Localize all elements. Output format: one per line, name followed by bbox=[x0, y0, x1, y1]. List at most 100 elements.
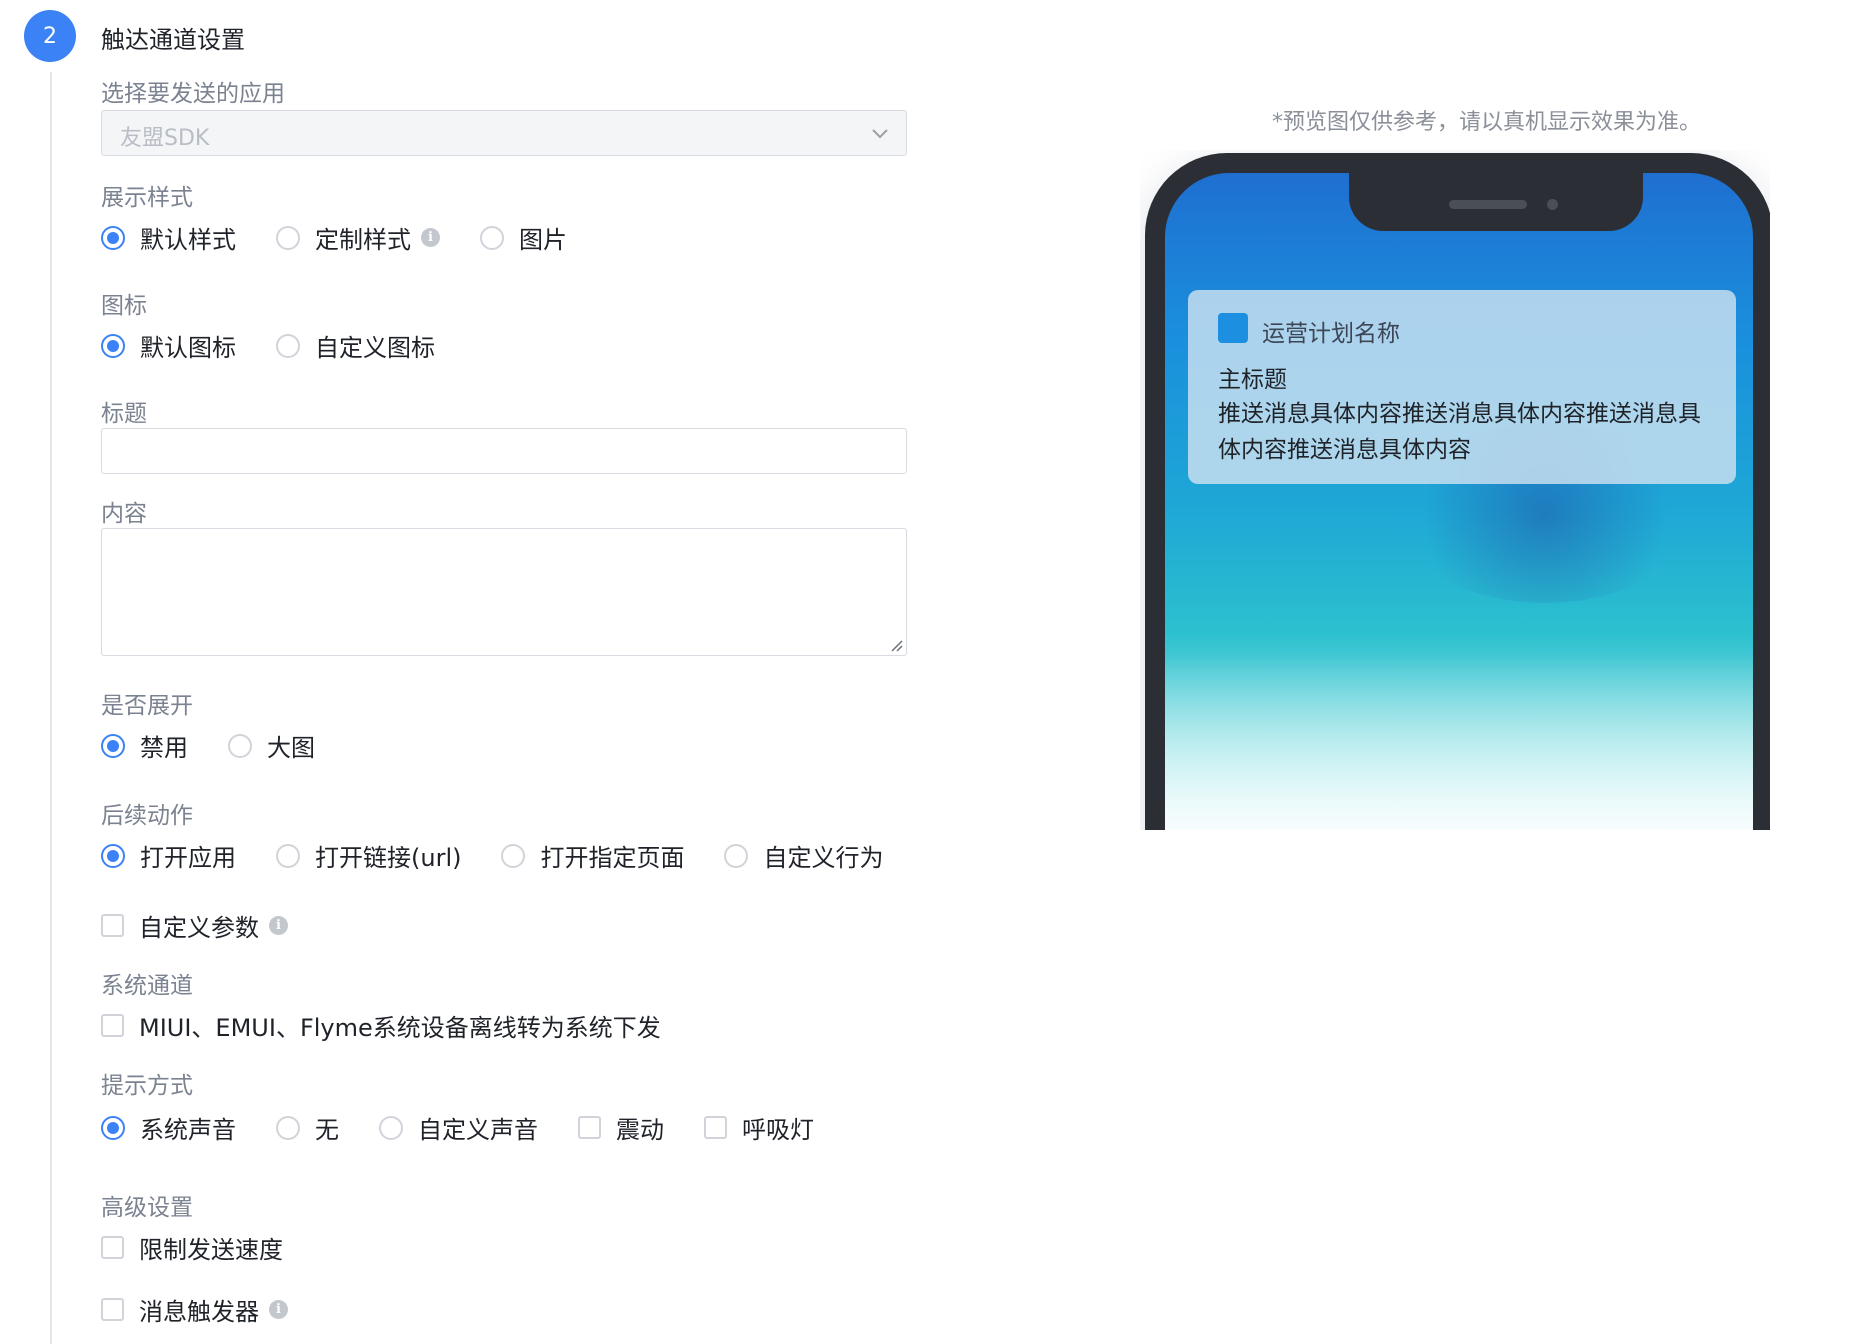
preview-note: *预览图仅供参考，请以真机显示效果为准。 bbox=[1272, 110, 1702, 135]
system-channel-label: 系统通道 bbox=[101, 973, 193, 999]
system-channel-checkbox[interactable]: MIUI、EMUI、Flyme系统设备离线转为系统下发 bbox=[101, 1008, 661, 1043]
app-icon bbox=[1218, 313, 1248, 343]
advanced-settings-label: 高级设置 bbox=[101, 1195, 193, 1221]
notification-app-name: 运营计划名称 bbox=[1262, 321, 1400, 347]
radio-open-app[interactable]: 打开应用 bbox=[101, 838, 236, 873]
notification-card: 运营计划名称 主标题 推送消息具体内容推送消息具体内容推送消息具体内容推送消息具… bbox=[1188, 290, 1736, 484]
radio-label: 自定义行为 bbox=[763, 844, 884, 872]
system-channel-row: MIUI、EMUI、Flyme系统设备离线转为系统下发 bbox=[101, 1008, 661, 1043]
rate-limit-row: 限制发送速度 bbox=[101, 1230, 283, 1265]
app-select[interactable]: 友盟SDK bbox=[101, 110, 907, 156]
custom-params-row: 自定义参数 i bbox=[101, 908, 288, 943]
radio-button[interactable] bbox=[276, 843, 300, 868]
checkbox[interactable] bbox=[101, 1014, 124, 1037]
content-textarea[interactable] bbox=[101, 528, 907, 656]
radio-label: 系统声音 bbox=[140, 1116, 236, 1144]
checkbox-label: 呼吸灯 bbox=[742, 1116, 814, 1144]
info-icon[interactable]: i bbox=[269, 916, 288, 935]
title-field-label: 标题 bbox=[101, 401, 147, 427]
radio-button[interactable] bbox=[101, 225, 125, 250]
display-style-group: 默认样式 定制样式 i 图片 bbox=[101, 220, 567, 255]
info-icon[interactable]: i bbox=[269, 1300, 288, 1319]
step-number-badge: 2 bbox=[24, 10, 76, 62]
phone-frame bbox=[1145, 153, 1770, 830]
radio-label: 打开链接(url) bbox=[315, 844, 462, 872]
radio-label: 禁用 bbox=[140, 734, 188, 762]
radio-custom-sound[interactable]: 自定义声音 bbox=[379, 1110, 538, 1145]
chevron-down-icon bbox=[872, 129, 888, 139]
radio-label: 自定义声音 bbox=[418, 1116, 538, 1144]
checkbox[interactable] bbox=[704, 1116, 727, 1139]
title-input[interactable] bbox=[101, 428, 907, 474]
radio-button[interactable] bbox=[379, 1115, 403, 1140]
display-style-label: 展示样式 bbox=[101, 185, 193, 211]
checkbox[interactable] bbox=[101, 1236, 124, 1259]
content-field-label: 内容 bbox=[101, 501, 147, 527]
radio-button[interactable] bbox=[101, 1115, 125, 1140]
radio-button[interactable] bbox=[101, 843, 125, 868]
checkbox-label: 自定义参数 bbox=[139, 914, 259, 942]
alert-mode-label: 提示方式 bbox=[101, 1073, 193, 1099]
radio-button[interactable] bbox=[276, 1115, 300, 1140]
info-icon[interactable]: i bbox=[421, 228, 440, 247]
radio-label: 无 bbox=[315, 1116, 339, 1144]
radio-button[interactable] bbox=[101, 733, 125, 758]
radio-button[interactable] bbox=[724, 843, 749, 868]
message-trigger-row: 消息触发器 i bbox=[101, 1292, 288, 1327]
radio-button[interactable] bbox=[101, 333, 125, 358]
radio-image-style[interactable]: 图片 bbox=[480, 220, 567, 255]
phone-screen bbox=[1165, 173, 1753, 830]
radio-button[interactable] bbox=[276, 333, 300, 358]
radio-button[interactable] bbox=[480, 225, 504, 250]
radio-label: 默认图标 bbox=[140, 334, 236, 362]
radio-label: 打开应用 bbox=[140, 844, 236, 872]
radio-disabled[interactable]: 禁用 bbox=[101, 728, 188, 763]
camera-icon bbox=[1547, 199, 1558, 210]
expand-label: 是否展开 bbox=[101, 693, 193, 719]
radio-custom-action[interactable]: 自定义行为 bbox=[724, 838, 883, 873]
screen-fade bbox=[1165, 653, 1753, 830]
app-select-value: 友盟SDK bbox=[120, 126, 210, 151]
radio-custom-style[interactable]: 定制样式 i bbox=[276, 220, 440, 255]
checkbox-label: 消息触发器 bbox=[139, 1298, 259, 1326]
step-title: 触达通道设置 bbox=[101, 26, 245, 54]
radio-label: 定制样式 bbox=[315, 226, 411, 254]
radio-button[interactable] bbox=[501, 843, 526, 868]
radio-none[interactable]: 无 bbox=[276, 1110, 339, 1145]
checkbox[interactable] bbox=[578, 1116, 601, 1139]
radio-default-style[interactable]: 默认样式 bbox=[101, 220, 236, 255]
app-select-label: 选择要发送的应用 bbox=[101, 81, 285, 107]
message-trigger-checkbox[interactable]: 消息触发器 i bbox=[101, 1292, 288, 1327]
alert-mode-group: 系统声音 无 自定义声音 震动 呼吸灯 bbox=[101, 1110, 814, 1145]
radio-open-page[interactable]: 打开指定页面 bbox=[501, 838, 684, 873]
radio-system-sound[interactable]: 系统声音 bbox=[101, 1110, 236, 1145]
follow-action-group: 打开应用 打开链接(url) 打开指定页面 自定义行为 bbox=[101, 838, 883, 873]
radio-button[interactable] bbox=[228, 733, 252, 758]
checkbox[interactable] bbox=[101, 914, 124, 937]
rate-limit-checkbox[interactable]: 限制发送速度 bbox=[101, 1230, 283, 1265]
radio-label: 打开指定页面 bbox=[540, 844, 685, 872]
expand-group: 禁用 大图 bbox=[101, 728, 315, 763]
custom-params-checkbox[interactable]: 自定义参数 i bbox=[101, 908, 288, 943]
notification-body: 推送消息具体内容推送消息具体内容推送消息具体内容推送消息具体内容 bbox=[1218, 401, 1701, 463]
vibrate-checkbox[interactable]: 震动 bbox=[578, 1110, 664, 1145]
resize-handle-icon[interactable] bbox=[888, 637, 904, 653]
radio-open-url[interactable]: 打开链接(url) bbox=[276, 838, 461, 873]
radio-label: 默认样式 bbox=[140, 226, 236, 254]
radio-default-icon[interactable]: 默认图标 bbox=[101, 328, 236, 363]
checkbox-label: 限制发送速度 bbox=[139, 1236, 283, 1264]
radio-custom-icon[interactable]: 自定义图标 bbox=[276, 328, 435, 363]
checkbox-label: MIUI、EMUI、Flyme系统设备离线转为系统下发 bbox=[139, 1014, 661, 1042]
radio-button[interactable] bbox=[276, 225, 300, 250]
checkbox-label: 震动 bbox=[616, 1116, 664, 1144]
breathing-light-checkbox[interactable]: 呼吸灯 bbox=[704, 1110, 814, 1145]
icon-label: 图标 bbox=[101, 293, 147, 319]
phone-preview bbox=[1140, 150, 1770, 830]
icon-group: 默认图标 自定义图标 bbox=[101, 328, 435, 363]
radio-label: 图片 bbox=[519, 226, 567, 254]
step-connector-line bbox=[50, 72, 52, 1344]
radio-big-image[interactable]: 大图 bbox=[228, 728, 315, 763]
speaker-icon bbox=[1449, 200, 1527, 209]
checkbox[interactable] bbox=[101, 1298, 124, 1321]
radio-label: 大图 bbox=[267, 734, 315, 762]
